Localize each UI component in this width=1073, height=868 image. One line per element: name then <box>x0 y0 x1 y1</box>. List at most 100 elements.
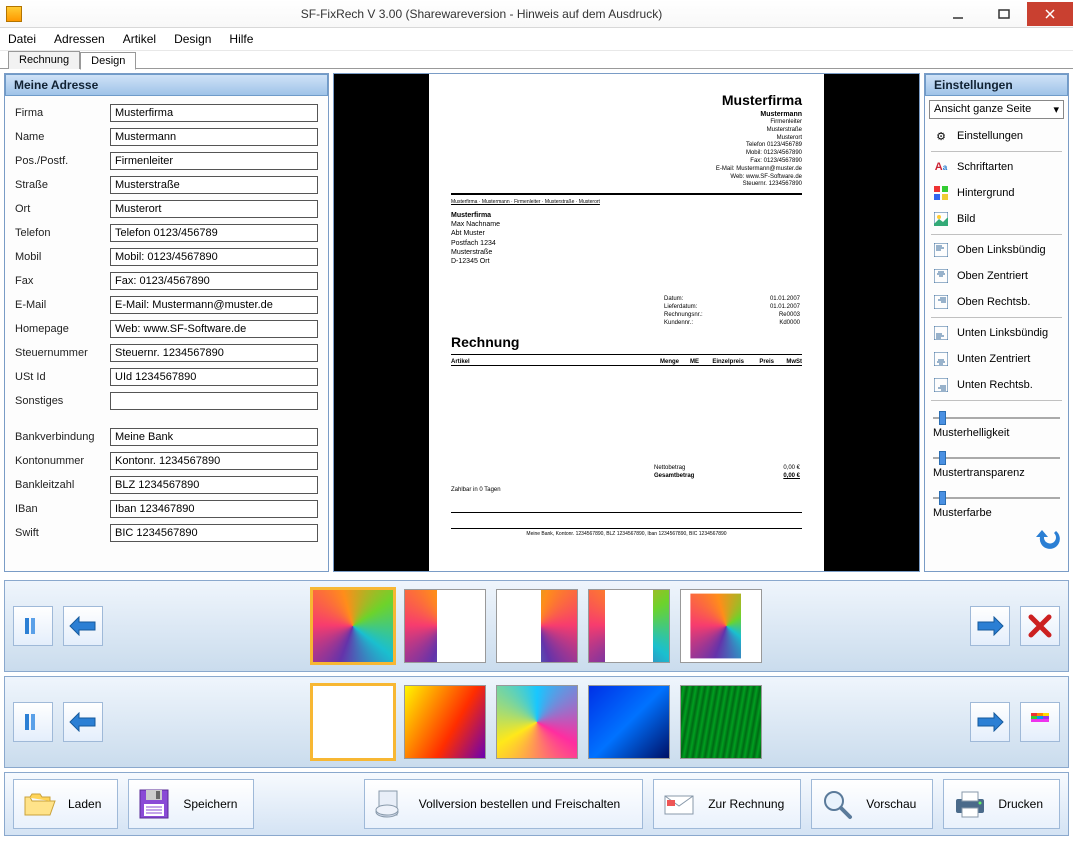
align-top-right-icon <box>933 294 949 310</box>
bg-color-button[interactable] <box>1020 702 1060 742</box>
settings-unten-zentriert[interactable]: Unten Zentriert <box>925 346 1068 372</box>
align-top-left-icon <box>933 242 949 258</box>
input-steuernummer[interactable] <box>110 344 318 362</box>
menu-hilfe[interactable]: Hilfe <box>229 32 253 46</box>
input-kontonummer[interactable] <box>110 452 318 470</box>
image-icon <box>933 211 949 227</box>
template-thumb-1[interactable] <box>312 589 394 663</box>
preview-bank-line: Meine Bank, Kontonr. 1234567890, BLZ 123… <box>451 528 802 537</box>
slider-helligkeit[interactable] <box>933 407 1060 425</box>
preview-info-table: Datum:01.01.2007 Lieferdatum:01.01.2007 … <box>662 294 802 328</box>
menu-artikel[interactable]: Artikel <box>123 32 156 46</box>
maximize-button[interactable] <box>981 2 1027 26</box>
menu-adressen[interactable]: Adressen <box>54 32 105 46</box>
preview-totals: Nettobetrag0,00 € Gesamtbetrag0,00 € <box>652 463 802 481</box>
input-sonstiges[interactable] <box>110 392 318 410</box>
input-firma[interactable] <box>110 104 318 122</box>
input-homepage[interactable] <box>110 320 318 338</box>
slider-farbe[interactable] <box>933 487 1060 505</box>
settings-oben-rechts[interactable]: Oben Rechtsb. <box>925 289 1068 315</box>
undo-button[interactable] <box>1034 527 1062 551</box>
slider-transparenz[interactable] <box>933 447 1060 465</box>
speichern-button[interactable]: Speichern <box>128 779 254 829</box>
settings-unten-links[interactable]: Unten Linksbündig <box>925 320 1068 346</box>
label-transparenz: Mustertransparenz <box>933 467 1060 479</box>
magnifier-icon <box>820 787 854 821</box>
label-pos: Pos./Postf. <box>15 155 110 167</box>
bg-thumb-3[interactable] <box>496 685 578 759</box>
bg-thumb-1[interactable] <box>312 685 394 759</box>
menu-datei[interactable]: Datei <box>8 32 36 46</box>
preview-viewport[interactable]: Musterfirma Mustermann Firmenleiter Must… <box>334 74 919 571</box>
input-mobil[interactable] <box>110 248 318 266</box>
bg-prev-button[interactable] <box>63 702 103 742</box>
bg-first-button[interactable] <box>13 702 53 742</box>
settings-schriftarten[interactable]: AaSchriftarten <box>925 154 1068 180</box>
background-strip <box>4 676 1069 768</box>
tab-rechnung[interactable]: Rechnung <box>8 51 80 69</box>
template-first-button[interactable] <box>13 606 53 646</box>
preview-company-block: Mustermann Firmenleiter Musterstraße Mus… <box>451 110 802 189</box>
drucken-button[interactable]: Drucken <box>943 779 1060 829</box>
settings-bild[interactable]: Bild <box>925 206 1068 232</box>
colors-icon <box>933 185 949 201</box>
input-telefon[interactable] <box>110 224 318 242</box>
label-farbe: Musterfarbe <box>933 507 1060 519</box>
vollversion-button[interactable]: Vollversion bestellen und Freischalten <box>364 779 643 829</box>
titlebar: SF-FixRech V 3.00 (Sharewareversion - Hi… <box>0 0 1073 28</box>
template-thumb-5[interactable] <box>680 589 762 663</box>
preview-columns: Artikel Menge ME Einzelpreis Preis MwSt <box>451 359 802 366</box>
label-swift: Swift <box>15 527 110 539</box>
template-prev-button[interactable] <box>63 606 103 646</box>
align-bottom-center-icon <box>933 351 949 367</box>
preview-footer-note: Zahlbar in 0 Tagen <box>451 487 501 493</box>
template-thumb-4[interactable] <box>588 589 670 663</box>
font-icon: Aa <box>933 159 949 175</box>
input-swift[interactable] <box>110 524 318 542</box>
settings-hintergrund[interactable]: Hintergrund <box>925 180 1068 206</box>
envelope-icon <box>662 787 696 821</box>
bg-thumb-4[interactable] <box>588 685 670 759</box>
tab-design[interactable]: Design <box>80 52 136 70</box>
bg-thumb-2[interactable] <box>404 685 486 759</box>
gear-icon: ⚙ <box>933 128 949 144</box>
label-iban: IBan <box>15 503 110 515</box>
label-bankverbindung: Bankverbindung <box>15 431 110 443</box>
template-next-button[interactable] <box>970 606 1010 646</box>
template-delete-button[interactable] <box>1020 606 1060 646</box>
laden-button[interactable]: Laden <box>13 779 118 829</box>
bg-thumb-5[interactable] <box>680 685 762 759</box>
input-ort[interactable] <box>110 200 318 218</box>
view-dropdown[interactable]: Ansicht ganze Seite▾ <box>929 100 1064 119</box>
input-ustid[interactable] <box>110 368 318 386</box>
settings-oben-links[interactable]: Oben Linksbündig <box>925 237 1068 263</box>
settings-unten-rechts[interactable]: Unten Rechtsb. <box>925 372 1068 398</box>
settings-oben-zentriert[interactable]: Oben Zentriert <box>925 263 1068 289</box>
template-thumb-3[interactable] <box>496 589 578 663</box>
template-thumb-2[interactable] <box>404 589 486 663</box>
input-pos[interactable] <box>110 152 318 170</box>
document-preview: Musterfirma Mustermann Firmenleiter Must… <box>429 74 824 571</box>
label-bankleitzahl: Bankleitzahl <box>15 479 110 491</box>
minimize-button[interactable] <box>935 2 981 26</box>
label-steuernummer: Steuernummer <box>15 347 110 359</box>
align-bottom-right-icon <box>933 377 949 393</box>
settings-header: Einstellungen <box>925 74 1068 96</box>
input-fax[interactable] <box>110 272 318 290</box>
label-telefon: Telefon <box>15 227 110 239</box>
bg-next-button[interactable] <box>970 702 1010 742</box>
vorschau-button[interactable]: Vorschau <box>811 779 933 829</box>
zur-rechnung-button[interactable]: Zur Rechnung <box>653 779 801 829</box>
input-bankverbindung[interactable] <box>110 428 318 446</box>
preview-sender-line: Musterfirma · Mustermann · Firmenleiter … <box>451 199 802 205</box>
menu-design[interactable]: Design <box>174 32 211 46</box>
input-name[interactable] <box>110 128 318 146</box>
input-strasse[interactable] <box>110 176 318 194</box>
settings-einstellungen[interactable]: ⚙Einstellungen <box>925 123 1068 149</box>
input-bankleitzahl[interactable] <box>110 476 318 494</box>
close-button[interactable] <box>1027 2 1073 26</box>
input-email[interactable] <box>110 296 318 314</box>
label-strasse: Straße <box>15 179 110 191</box>
label-kontonummer: Kontonummer <box>15 455 110 467</box>
input-iban[interactable] <box>110 500 318 518</box>
